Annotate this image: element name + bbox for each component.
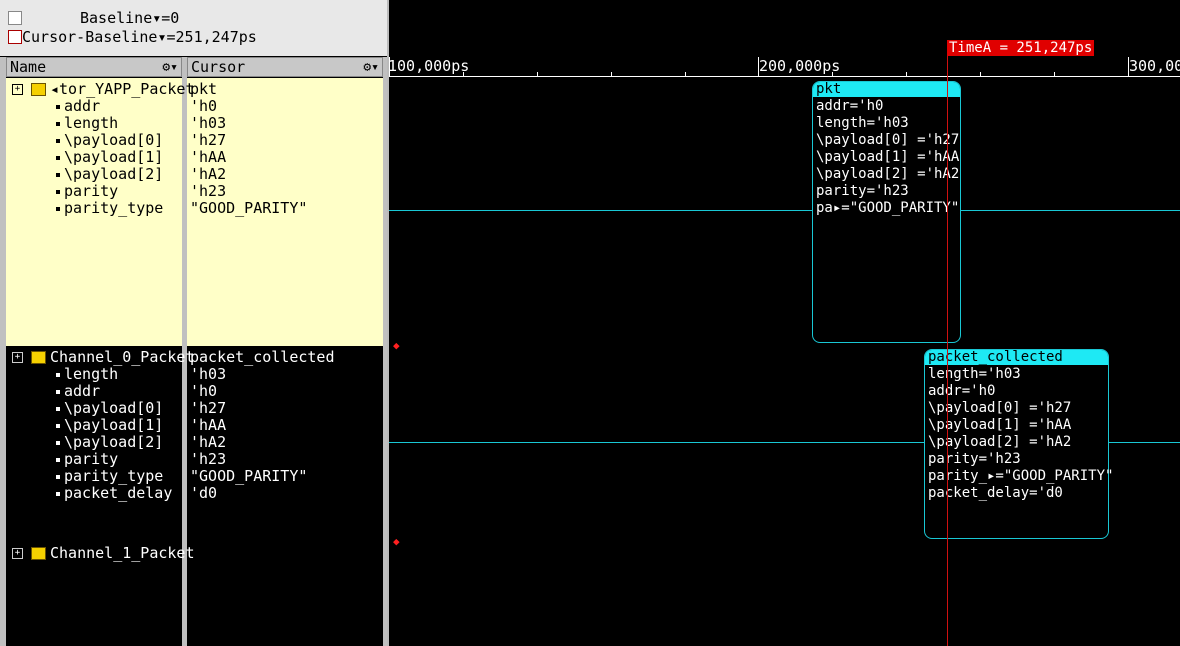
field-value: 'h23 [190,450,227,468]
field-value: 'h23 [190,182,227,200]
transaction-title: packet_collected [925,350,1108,365]
field-value: 'h0 [190,97,218,115]
transaction-field: pa▸="GOOD_PARITY" [816,200,960,216]
field-row[interactable]: \payload[2] [56,434,163,451]
transaction-field: parity='h23 [928,451,1021,467]
cursor-column-header[interactable]: Cursor ⚙▾ [187,57,383,77]
field-row[interactable]: \payload[1] [56,149,163,166]
ruler-baseline [389,76,1180,77]
field-value: 'h27 [190,399,227,417]
transaction-box[interactable]: packet_collected length='h03 addr='h0 \p… [924,349,1113,539]
field-row[interactable]: parity [56,451,118,468]
expand-toggle[interactable]: + [12,352,23,363]
info-panel: Baseline▾=0 Cursor-Baseline▾=251,247ps [0,0,387,56]
cursor-delta-icon[interactable] [8,30,22,44]
field-row[interactable]: addr [56,383,100,400]
baseline-readout[interactable]: Baseline▾=0 [80,10,179,27]
gear-icon[interactable]: ⚙▾ [162,59,178,77]
field-row[interactable]: length [56,115,118,132]
field-row[interactable]: \payload[0] [56,132,163,149]
cursor-column-label: Cursor [191,58,246,76]
ruler-minor-tick [611,72,612,77]
transaction-stream-line [389,210,1180,211]
gear-icon[interactable]: ⚙▾ [363,59,379,77]
field-value: 'h03 [190,365,227,383]
marker-icon: ◆ [393,535,400,548]
transaction-field: \payload[2] ='hA2 [928,434,1072,450]
field-row[interactable]: parity [56,183,118,200]
field-row[interactable]: length [56,366,118,383]
cursor-baseline-readout[interactable]: Cursor-Baseline▾=251,247ps [22,29,257,46]
marker-icon: ◆ [393,339,400,352]
transaction-field: packet_delay='d0 [928,485,1063,501]
transaction-field: \payload[1] ='hAA [928,417,1072,433]
waveform-canvas[interactable]: 100,000ps 200,000ps 300,00 ◆ ◆ pkt addr=… [389,0,1180,646]
field-row[interactable]: \payload[0] [56,400,163,417]
group-value: packet_collected [190,348,335,366]
zoom-icon[interactable] [8,11,22,25]
field-row[interactable]: \payload[1] [56,417,163,434]
field-value: 'hAA [190,148,227,166]
transaction-object-icon [31,351,46,364]
field-row[interactable]: \payload[2] [56,166,163,183]
group-name[interactable]: Channel_1_Packet [50,545,195,562]
field-row[interactable]: parity_type [56,468,163,485]
transaction-field: \payload[2] ='hA2 [816,166,960,182]
group-name[interactable]: Channel_0_Packet [50,349,195,366]
field-value: 'd0 [190,484,218,502]
column-splitter[interactable] [383,57,387,646]
name-column-header[interactable]: Name ⚙▾ [6,57,182,77]
transaction-title: pkt [813,82,960,97]
transaction-object-icon [31,547,46,560]
transaction-object-icon [31,83,46,96]
field-row[interactable]: addr [56,98,100,115]
field-row[interactable]: packet_delay [56,485,172,502]
transaction-field: \payload[1] ='hAA [816,149,960,165]
ruler-label: 300,00 [1129,57,1180,75]
transaction-field: addr='h0 [816,98,884,114]
transaction-field: length='h03 [928,366,1021,382]
transaction-field: parity_▸="GOOD_PARITY" [928,468,1114,484]
group-name[interactable]: ◂tor_YAPP_Packet [50,81,195,98]
transaction-field: addr='h0 [928,383,996,399]
field-value: "GOOD_PARITY" [190,199,308,217]
cursor-time-label[interactable]: TimeA = 251,247ps [947,40,1095,56]
field-row[interactable]: parity_type [56,200,163,217]
transaction-field: parity='h23 [816,183,909,199]
transaction-field: \payload[0] ='h27 [816,132,960,148]
time-cursor[interactable] [947,40,948,646]
ruler-minor-tick [906,72,907,77]
ruler-label: 100,000ps [389,57,470,75]
left-border [0,57,6,646]
field-value: 'h03 [190,114,227,132]
ruler-minor-tick [1054,72,1055,77]
transaction-field: \payload[0] ='h27 [928,400,1072,416]
field-value: 'h27 [190,131,227,149]
field-value: 'hA2 [190,433,227,451]
field-value: "GOOD_PARITY" [190,467,308,485]
ruler-minor-tick [980,72,981,77]
ruler-minor-tick [685,72,686,77]
transaction-field: length='h03 [816,115,909,131]
group-value: pkt [190,80,218,98]
field-value: 'h0 [190,382,218,400]
ruler-label: 200,000ps [759,57,841,75]
expand-toggle[interactable]: + [12,548,23,559]
transaction-box[interactable]: pkt addr='h0 length='h03 \payload[0] ='h… [812,81,961,343]
expand-toggle[interactable]: + [12,84,23,95]
field-value: 'hA2 [190,165,227,183]
name-column-label: Name [10,58,47,76]
ruler-minor-tick [537,72,538,77]
field-value: 'hAA [190,416,227,434]
